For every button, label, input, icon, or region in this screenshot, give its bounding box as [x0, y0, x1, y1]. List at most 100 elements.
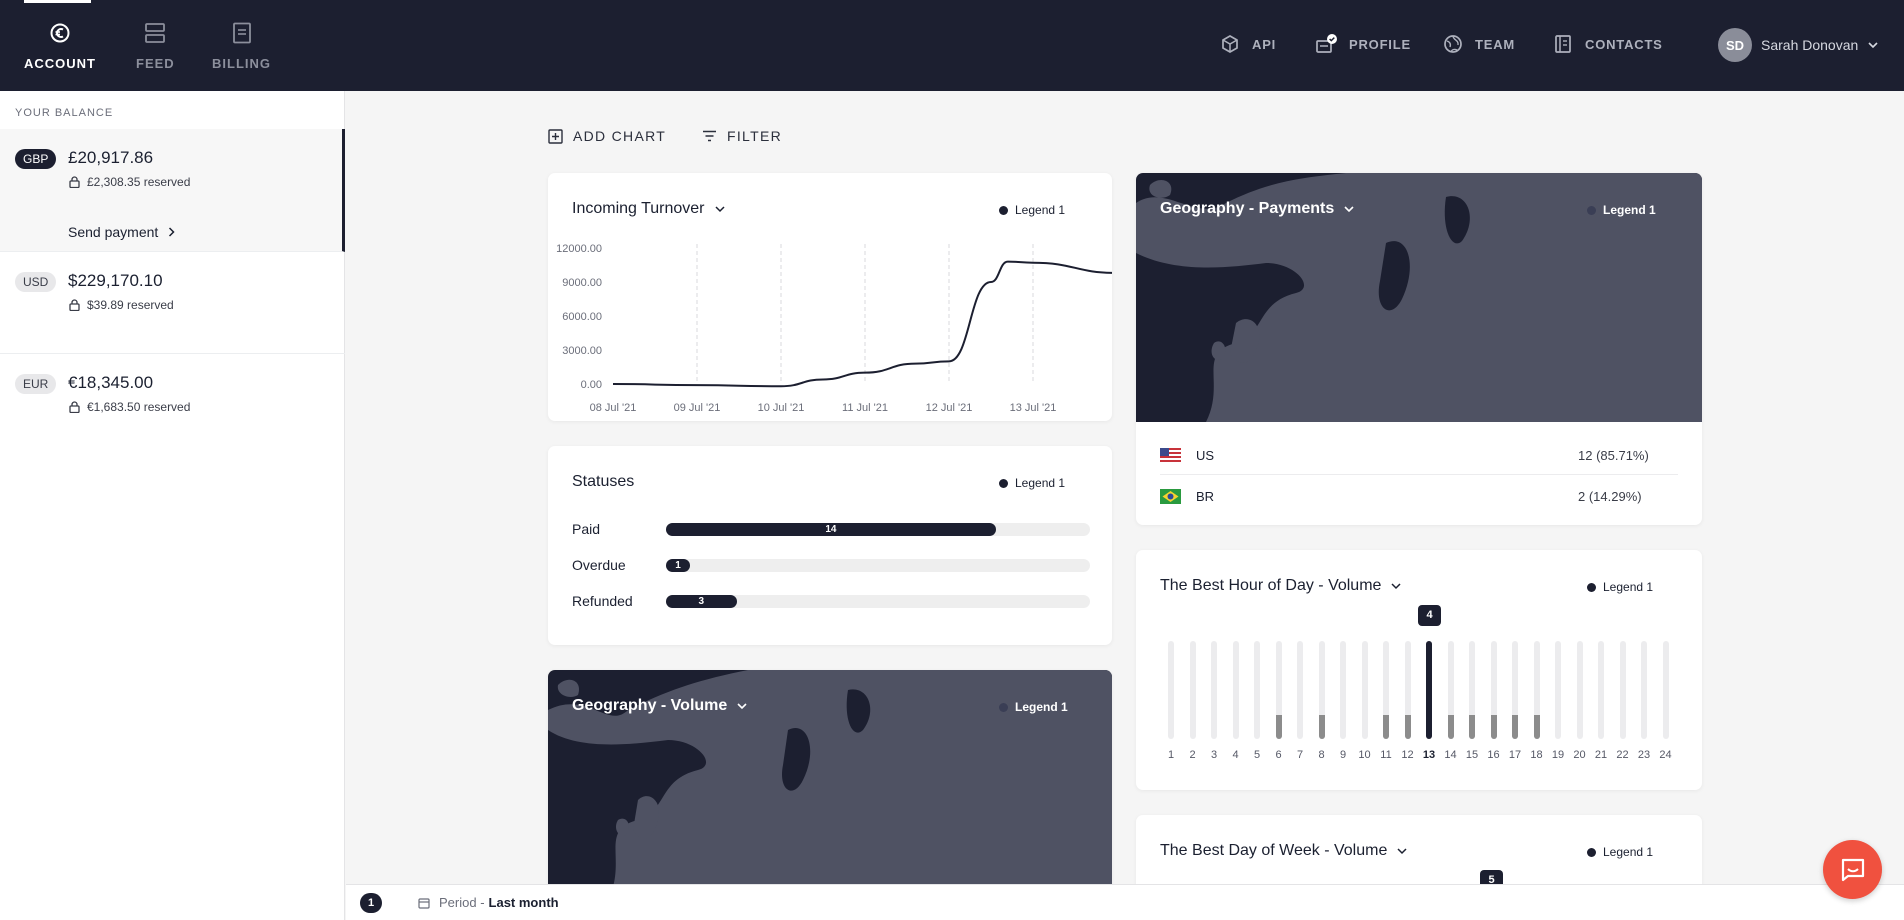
add-square-icon [548, 128, 563, 144]
status-track: 14 [666, 523, 1090, 536]
legend-dot [1587, 205, 1596, 215]
geo-volume-card: Geography - Volume Legend 1 [548, 670, 1112, 900]
card-title[interactable]: Geography - Volume [572, 697, 747, 715]
hour-bar[interactable] [1318, 641, 1325, 739]
status-label: Paid [572, 521, 601, 537]
hour-bar[interactable] [1211, 641, 1217, 739]
lock-icon [69, 176, 80, 188]
hour-label: 10 [1358, 749, 1371, 761]
hour-bar-fill [1426, 641, 1432, 739]
currency-badge: EUR [15, 374, 57, 394]
card-title[interactable]: The Best Day of Week - Volume [1160, 842, 1407, 860]
hour-bar[interactable] [1555, 641, 1561, 739]
nav-team[interactable]: TEAM [1443, 34, 1515, 54]
tab-billing-label: BILLING [212, 56, 271, 71]
hour-label: 11 [1380, 749, 1392, 761]
reserved-text: £2,308.35 reserved [87, 175, 191, 189]
hour-bar[interactable] [1426, 641, 1432, 739]
country-row[interactable]: BR 2 (14.29%) [1160, 475, 1678, 516]
filter-label: FILTER [727, 128, 782, 144]
y-tick-label: 6000.00 [562, 311, 602, 323]
statuses-title: Statuses [572, 473, 635, 490]
hour-label: 23 [1637, 749, 1651, 761]
card-title[interactable]: Geography - Payments [1160, 200, 1354, 218]
hour-bar[interactable] [1469, 641, 1475, 739]
x-tick-label: 12 Jul '21 [926, 402, 973, 414]
chevron-down-icon [1868, 41, 1878, 48]
hour-bar[interactable] [1232, 641, 1239, 739]
hour-bar[interactable] [1490, 641, 1497, 739]
legend: Legend 1 [1587, 203, 1656, 217]
bar-tooltip: 4 [1418, 605, 1441, 626]
add-chart-button[interactable]: ADD CHART [548, 128, 666, 144]
cube-icon [1222, 35, 1238, 53]
tab-feed[interactable]: FEED [136, 20, 175, 71]
page-badge[interactable]: 1 [360, 893, 382, 913]
hour-bar[interactable] [1641, 641, 1647, 739]
hour-label: 8 [1318, 749, 1325, 761]
chevron-down-icon [737, 702, 747, 709]
account-usd[interactable]: USD $229,170.10 $39.89 reserved [0, 252, 345, 354]
country-code: US [1196, 448, 1215, 463]
filter-button[interactable]: FILTER [702, 128, 782, 144]
hour-bar[interactable] [1662, 641, 1669, 739]
hour-bar[interactable] [1361, 641, 1368, 739]
card-title: Statuses [572, 473, 634, 491]
euro-coin-icon [47, 20, 73, 46]
chat-button[interactable] [1823, 840, 1882, 899]
hour-label: 14 [1444, 749, 1457, 761]
hour-bar[interactable] [1512, 641, 1518, 739]
country-code: BR [1196, 489, 1215, 504]
status-label: Refunded [572, 593, 633, 609]
hour-label: 17 [1508, 749, 1522, 761]
hour-bar[interactable] [1168, 641, 1174, 739]
country-row[interactable]: US 12 (85.71%) [1160, 434, 1678, 475]
legend-label: Legend 1 [1603, 203, 1656, 217]
legend: Legend 1 [1587, 845, 1653, 859]
hour-bar[interactable] [1576, 641, 1583, 739]
geo-payments-card: Geography - Payments Legend 1 US 12 (85.… [1136, 173, 1702, 525]
legend-dot [1587, 847, 1596, 857]
legend-label: Legend 1 [1603, 845, 1654, 859]
hour-bar[interactable] [1340, 641, 1346, 739]
status-label: Overdue [572, 557, 626, 573]
hour-bar[interactable] [1254, 641, 1260, 739]
hour-label: 7 [1296, 749, 1304, 761]
hour-bar[interactable] [1297, 641, 1303, 739]
send-payment-label: Send payment [68, 224, 159, 240]
hour-bar[interactable] [1383, 641, 1389, 739]
hour-bar[interactable] [1404, 641, 1411, 739]
hour-bar[interactable] [1189, 641, 1196, 739]
account-eur[interactable]: EUR €18,345.00 €1,683.50 reserved [0, 354, 345, 456]
hour-bar[interactable] [1447, 641, 1454, 739]
status-bar: 3 [666, 595, 737, 608]
nav-api[interactable]: API [1220, 34, 1276, 54]
card-title[interactable]: The Best Hour of Day - Volume [1160, 577, 1401, 595]
send-payment-link[interactable]: Send payment [68, 224, 175, 240]
hour-bar[interactable] [1275, 641, 1282, 739]
geo-volume-title: Geography - Volume [572, 697, 728, 714]
tab-billing[interactable]: BILLING [212, 20, 271, 71]
lock-icon [69, 401, 80, 413]
nav-profile[interactable]: PROFILE [1315, 34, 1411, 54]
nav-contacts[interactable]: CONTACTS [1553, 34, 1663, 54]
x-tick-label: 10 Jul '21 [758, 402, 805, 414]
period-selector[interactable]: Period - Last month [418, 895, 559, 910]
tab-account[interactable]: ACCOUNT [24, 20, 96, 71]
hour-label: 6 [1275, 749, 1282, 761]
status-bar: 14 [666, 523, 996, 536]
hour-bar[interactable] [1533, 641, 1540, 739]
hour-label: 2 [1189, 749, 1196, 761]
hour-bar[interactable] [1598, 641, 1604, 739]
tab-account-label: ACCOUNT [24, 56, 96, 71]
legend-label: Legend 1 [1603, 580, 1654, 594]
hour-label: 4 [1232, 749, 1239, 761]
account-gbp[interactable]: GBP £20,917.86 £2,308.35 reserved Send p… [0, 129, 345, 252]
status-row: Paid 14 [572, 521, 1092, 537]
user-menu[interactable]: SD Sarah Donovan [1718, 28, 1878, 62]
account-amount: $229,170.10 [68, 271, 163, 290]
status-bar: 1 [666, 559, 690, 572]
hour-bar[interactable] [1619, 641, 1626, 739]
chevron-down-icon [1391, 582, 1401, 589]
hour-label: 20 [1573, 749, 1586, 761]
